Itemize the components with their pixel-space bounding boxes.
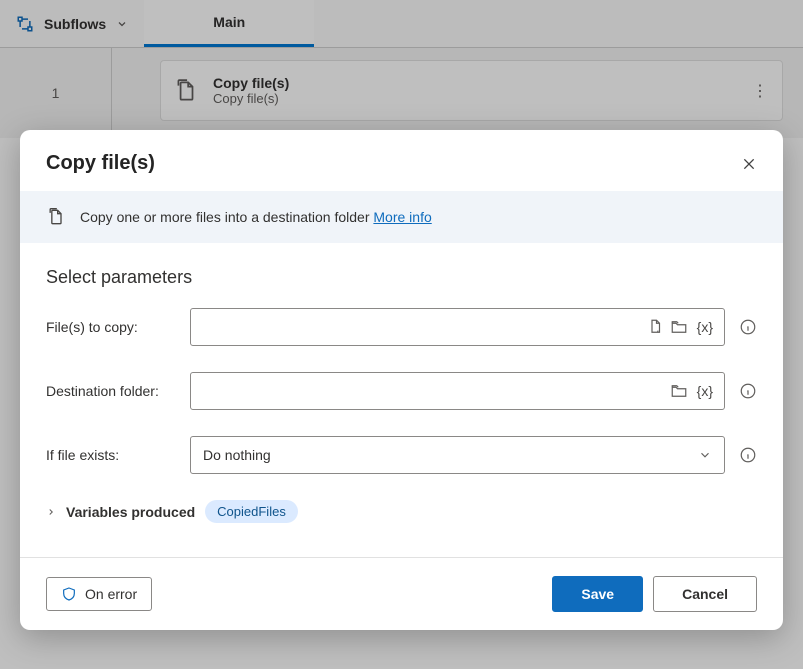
- info-icon[interactable]: [739, 446, 757, 464]
- info-icon[interactable]: [739, 318, 757, 336]
- if-exists-select[interactable]: Do nothing: [190, 436, 725, 474]
- files-to-copy-field[interactable]: {x}: [190, 308, 725, 346]
- row-if-exists: If file exists: Do nothing: [46, 436, 757, 474]
- banner-text: Copy one or more files into a destinatio…: [80, 209, 432, 225]
- folder-picker-icon[interactable]: [670, 382, 688, 400]
- row-files-to-copy: File(s) to copy: {x}: [46, 308, 757, 346]
- file-picker-icon[interactable]: [646, 318, 664, 336]
- destination-label: Destination folder:: [46, 383, 176, 399]
- row-destination: Destination folder: {x}: [46, 372, 757, 410]
- more-info-link[interactable]: More info: [373, 209, 431, 225]
- save-button[interactable]: Save: [552, 576, 643, 612]
- folder-picker-icon[interactable]: [670, 318, 688, 336]
- info-banner: Copy one or more files into a destinatio…: [20, 191, 783, 243]
- dialog-title: Copy file(s): [46, 152, 155, 175]
- copy-files-dialog: Copy file(s) Copy one or more files into…: [20, 130, 783, 630]
- variables-label: Variables produced: [66, 504, 195, 520]
- variable-chip[interactable]: CopiedFiles: [205, 500, 298, 523]
- copy-file-icon: [46, 207, 66, 227]
- close-icon[interactable]: [741, 156, 757, 172]
- shield-icon: [61, 586, 77, 602]
- dialog-header: Copy file(s): [20, 130, 783, 191]
- variables-produced-row[interactable]: Variables produced CopiedFiles: [46, 500, 757, 523]
- if-exists-value: Do nothing: [203, 447, 271, 463]
- info-icon[interactable]: [739, 382, 757, 400]
- variable-picker-button[interactable]: {x}: [694, 382, 716, 400]
- dialog-footer: On error Save Cancel: [20, 557, 783, 630]
- files-to-copy-label: File(s) to copy:: [46, 319, 176, 335]
- chevron-down-icon: [698, 448, 712, 462]
- variable-picker-button[interactable]: {x}: [694, 318, 716, 336]
- files-to-copy-input[interactable]: [201, 309, 640, 345]
- destination-field[interactable]: {x}: [190, 372, 725, 410]
- on-error-button[interactable]: On error: [46, 577, 152, 611]
- if-exists-label: If file exists:: [46, 447, 176, 463]
- cancel-button[interactable]: Cancel: [653, 576, 757, 612]
- destination-input[interactable]: [201, 373, 664, 409]
- chevron-right-icon: [46, 507, 56, 517]
- section-title: Select parameters: [46, 267, 757, 288]
- params-section: Select parameters File(s) to copy: {x} D…: [20, 243, 783, 557]
